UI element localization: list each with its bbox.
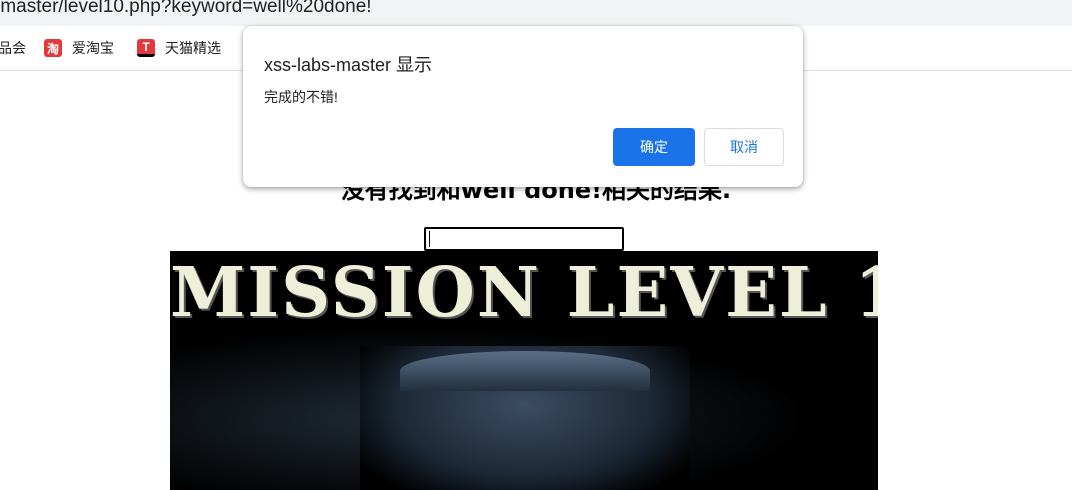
tmall-icon: T: [137, 39, 155, 57]
mission-title-text: MISSION LEVEL 10: [170, 253, 878, 333]
bookmark-label: 品会: [0, 40, 26, 56]
mission-level-image: MISSION LEVEL 10: [170, 251, 878, 490]
ok-button[interactable]: 确定: [613, 128, 695, 166]
dialog-title: xss-labs-master 显示: [264, 55, 433, 75]
text-caret: [429, 231, 430, 247]
dialog-message: 完成的不错!: [264, 89, 338, 105]
bookmark-label: 爱淘宝: [72, 40, 114, 56]
taobao-icon: 淘: [44, 39, 62, 57]
url-text[interactable]: -master/level10.php?keyword=well%20done!: [0, 0, 372, 18]
alert-dialog: xss-labs-master 显示 完成的不错! 确定 取消: [243, 26, 803, 187]
cancel-button[interactable]: 取消: [704, 128, 784, 166]
building-roof: [400, 351, 650, 391]
bookmark-label: 天猫精选: [165, 40, 221, 56]
bookmark-item-aitaobao[interactable]: 淘 爱淘宝: [44, 38, 114, 58]
bookmark-item-tmall[interactable]: T 天猫精选: [137, 38, 221, 58]
bookmark-item-vip[interactable]: 品会: [0, 38, 26, 58]
search-input[interactable]: [424, 227, 624, 251]
address-bar[interactable]: -master/level10.php?keyword=well%20done!: [0, 0, 1072, 26]
